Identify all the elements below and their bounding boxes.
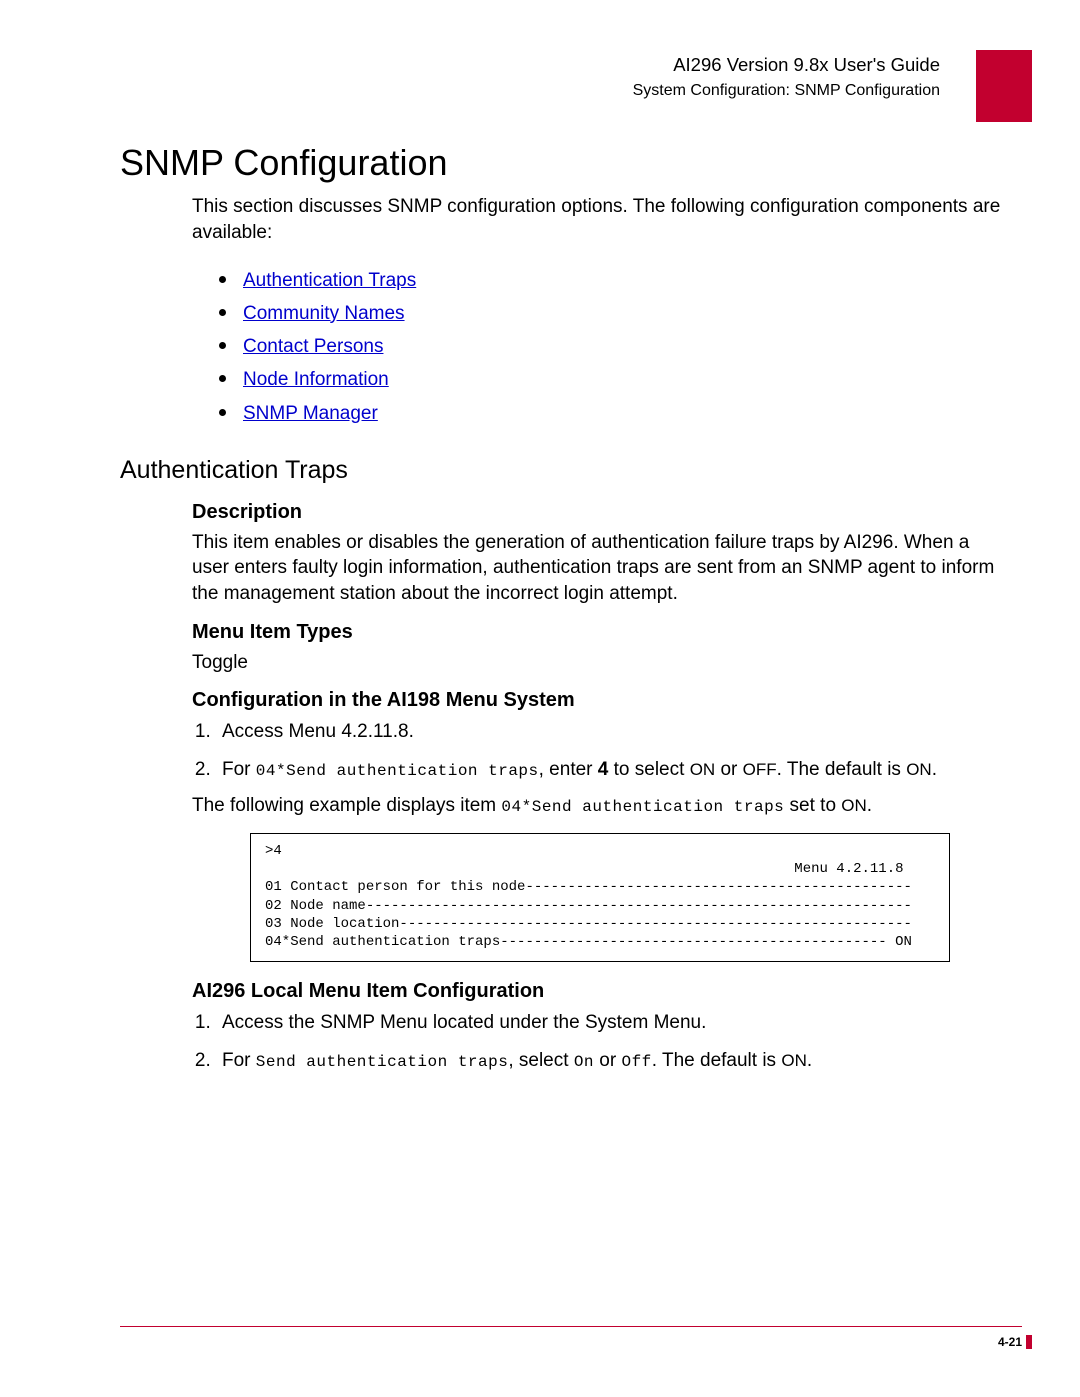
step-item: Access the SNMP Menu located under the S… bbox=[216, 1009, 1010, 1037]
text: . bbox=[867, 795, 872, 816]
step-item: For Send authentication traps, select On… bbox=[216, 1047, 1010, 1075]
link-authentication-traps[interactable]: Authentication Traps bbox=[243, 270, 416, 291]
section-authentication-traps: Authentication Traps bbox=[120, 456, 1010, 485]
steps-ai198: Access Menu 4.2.11.8. For 04*Send authen… bbox=[216, 718, 1010, 783]
text: set to bbox=[784, 795, 841, 816]
code-inline: 04*Send authentication traps bbox=[256, 762, 539, 780]
step-item: Access Menu 4.2.11.8. bbox=[216, 718, 1010, 746]
list-item: Node Information bbox=[215, 363, 1010, 396]
component-link-list: Authentication Traps Community Names Con… bbox=[215, 264, 1010, 430]
link-node-information[interactable]: Node Information bbox=[243, 369, 389, 390]
step-text: . The default is bbox=[652, 1050, 782, 1071]
step-item: For 04*Send authentication traps, enter … bbox=[216, 756, 1010, 784]
link-snmp-manager[interactable]: SNMP Manager bbox=[243, 403, 378, 424]
smallcaps: OFF bbox=[743, 760, 777, 779]
step-text: For bbox=[222, 759, 256, 780]
smallcaps: ON bbox=[906, 760, 932, 779]
list-item: Contact Persons bbox=[215, 330, 1010, 363]
description-text: This item enables or disables the genera… bbox=[192, 530, 1010, 607]
intro-paragraph: This section discusses SNMP configuratio… bbox=[192, 194, 1010, 245]
step-text: Access Menu 4.2.11.8. bbox=[222, 721, 414, 742]
step-text: , select bbox=[508, 1050, 573, 1071]
footer-accent-bar bbox=[1026, 1335, 1032, 1349]
header-accent-block bbox=[976, 50, 1032, 122]
step-text: Access the SNMP Menu located under the S… bbox=[222, 1012, 706, 1033]
step-text: . bbox=[807, 1050, 812, 1071]
menu-item-types-text: Toggle bbox=[192, 650, 1010, 676]
page: AI296 Version 9.8x User's Guide System C… bbox=[0, 0, 1080, 1397]
steps-local: Access the SNMP Menu located under the S… bbox=[216, 1009, 1010, 1074]
step-text: . bbox=[932, 759, 937, 780]
example-lead: The following example displays item 04*S… bbox=[192, 793, 1010, 819]
code-inline: Off bbox=[621, 1053, 651, 1071]
doc-title: AI296 Version 9.8x User's Guide bbox=[120, 52, 940, 78]
step-text: , enter bbox=[539, 759, 598, 780]
footer-rule bbox=[120, 1326, 1022, 1327]
link-contact-persons[interactable]: Contact Persons bbox=[243, 336, 383, 357]
page-number: 4-21 bbox=[998, 1335, 1022, 1349]
list-item: Community Names bbox=[215, 297, 1010, 330]
code-inline: Send authentication traps bbox=[256, 1053, 509, 1071]
code-inline: 04*Send authentication traps bbox=[501, 798, 784, 816]
step-bold: 4 bbox=[598, 759, 609, 780]
step-text: or bbox=[715, 759, 742, 780]
step-text: For bbox=[222, 1050, 256, 1071]
code-inline: On bbox=[574, 1053, 594, 1071]
list-item: Authentication Traps bbox=[215, 264, 1010, 297]
subhead-menu-item-types: Menu Item Types bbox=[192, 621, 1010, 644]
page-title: SNMP Configuration bbox=[120, 142, 1010, 184]
list-item: SNMP Manager bbox=[215, 397, 1010, 430]
step-text: to select bbox=[608, 759, 689, 780]
menu-output-box: >4 Menu 4.2.11.8 01 Contact person for t… bbox=[250, 833, 950, 962]
subhead-description: Description bbox=[192, 501, 1010, 524]
subhead-local-menu-config: AI296 Local Menu Item Configuration bbox=[192, 980, 1010, 1003]
link-community-names[interactable]: Community Names bbox=[243, 303, 405, 324]
smallcaps: ON bbox=[781, 1051, 807, 1070]
step-text: . The default is bbox=[777, 759, 907, 780]
page-header: AI296 Version 9.8x User's Guide System C… bbox=[120, 52, 1010, 102]
subhead-config-ai198: Configuration in the AI198 Menu System bbox=[192, 689, 1010, 712]
text: The following example displays item bbox=[192, 795, 501, 816]
smallcaps: ON bbox=[690, 760, 716, 779]
smallcaps: ON bbox=[841, 796, 867, 815]
step-text: or bbox=[594, 1050, 621, 1071]
doc-subtitle: System Configuration: SNMP Configuration bbox=[120, 80, 940, 102]
